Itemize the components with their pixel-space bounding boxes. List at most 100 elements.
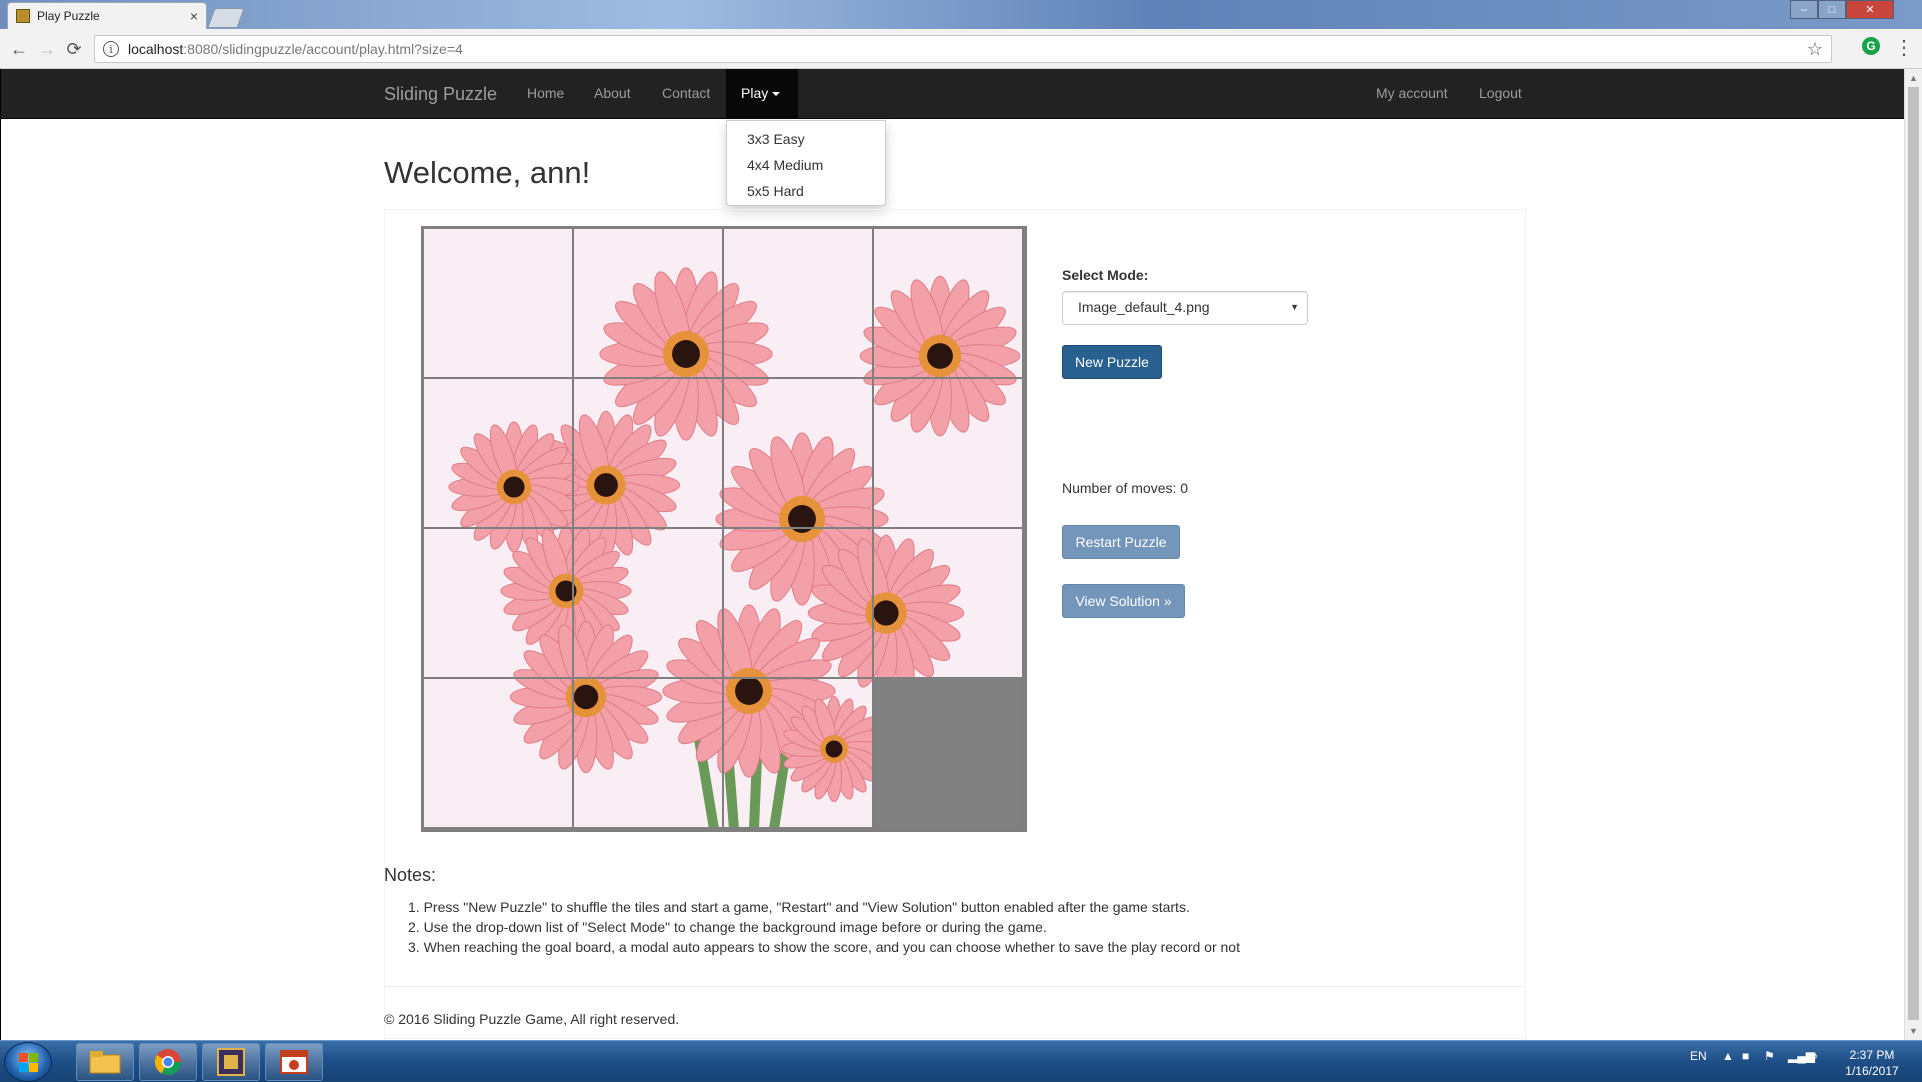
- select-mode-dropdown[interactable]: Image_default_4.png ▼: [1062, 291, 1308, 325]
- window-close-button[interactable]: ✕: [1846, 0, 1894, 19]
- footer-divider: [384, 986, 1526, 987]
- ide-icon[interactable]: [202, 1043, 260, 1081]
- select-mode-label: Select Mode:: [1062, 267, 1149, 283]
- extension-icon[interactable]: G: [1862, 37, 1880, 55]
- play-dropdown-menu: 3x3 Easy 4x4 Medium 5x5 Hard: [726, 120, 886, 206]
- clock-date: 1/16/2017: [1845, 1064, 1899, 1078]
- note-item: 1. Press "New Puzzle" to shuffle the til…: [408, 899, 1190, 915]
- moves-counter: Number of moves: 0: [1062, 480, 1189, 496]
- file-explorer-icon[interactable]: [76, 1043, 134, 1081]
- tile-image: [724, 229, 872, 377]
- nav-link-home[interactable]: Home: [527, 85, 564, 101]
- scroll-down-icon[interactable]: ▼: [1909, 1026, 1918, 1036]
- address-bar[interactable]: i localhost:8080/slidingpuzzle/account/p…: [94, 35, 1832, 63]
- puzzle-tile[interactable]: [424, 679, 574, 829]
- nav-link-my-account[interactable]: My account: [1376, 85, 1448, 101]
- tile-image: [424, 229, 572, 377]
- navbar-brand[interactable]: Sliding Puzzle: [384, 84, 497, 105]
- tile-image: [574, 379, 722, 527]
- footer-copyright: © 2016 Sliding Puzzle Game, All right re…: [384, 1011, 680, 1027]
- chrome-icon[interactable]: [139, 1043, 197, 1081]
- clock-time: 2:37 PM: [1849, 1048, 1895, 1062]
- tile-image: [724, 379, 872, 527]
- tile-image: [724, 529, 872, 677]
- favicon-icon: [16, 9, 30, 23]
- tray-app-icon[interactable]: ■: [1742, 1049, 1749, 1063]
- window-minimize-button[interactable]: –: [1790, 0, 1818, 19]
- nav-link-about[interactable]: About: [594, 85, 631, 101]
- puzzle-tile[interactable]: [724, 529, 874, 679]
- select-mode-value: Image_default_4.png: [1078, 299, 1210, 315]
- caret-down-icon: [772, 92, 781, 97]
- browser-menu-icon[interactable]: ⋮: [1894, 35, 1914, 60]
- page-viewport: Sliding Puzzle Home About Contact Play M…: [0, 69, 1904, 1040]
- notes-title: Notes:: [384, 865, 437, 885]
- dropdown-item-5x5[interactable]: 5x5 Hard: [727, 178, 885, 204]
- puzzle-tile[interactable]: [424, 379, 574, 529]
- tile-image: [424, 529, 572, 677]
- network-signal-icon[interactable]: ▂▄▆: [1788, 1049, 1815, 1063]
- new-tab-button[interactable]: [207, 8, 245, 28]
- page-scrollbar[interactable]: ▲ ▼: [1904, 69, 1922, 1040]
- note-item: 2. Use the drop-down list of "Select Mod…: [408, 919, 1047, 935]
- tile-image: [424, 379, 572, 527]
- tile-image: [574, 229, 722, 377]
- nav-play-label: Play: [741, 85, 769, 101]
- info-icon[interactable]: i: [103, 41, 119, 57]
- presentation-icon[interactable]: [265, 1043, 323, 1081]
- back-icon[interactable]: ←: [8, 38, 30, 60]
- tile-image: [574, 679, 722, 827]
- puzzle-tile[interactable]: [424, 529, 574, 679]
- action-center-flag-icon[interactable]: ⚑: [1764, 1049, 1775, 1063]
- puzzle-tile[interactable]: [574, 679, 724, 829]
- puzzle-tile[interactable]: [574, 529, 724, 679]
- note-item: 3. When reaching the goal board, a modal…: [408, 939, 1240, 955]
- nav-play-dropdown-toggle[interactable]: Play: [726, 69, 798, 119]
- puzzle-grid: [424, 229, 1024, 829]
- dropdown-item-4x4[interactable]: 4x4 Medium: [727, 152, 885, 178]
- dropdown-item-3x3[interactable]: 3x3 Easy: [727, 126, 885, 152]
- puzzle-tile[interactable]: [574, 229, 724, 379]
- puzzle-board: [421, 226, 1027, 832]
- volume-icon[interactable]: ♪: [1812, 1049, 1818, 1063]
- puzzle-tile[interactable]: [874, 229, 1024, 379]
- tile-image: [724, 679, 872, 827]
- url-path: :8080/slidingpuzzle/account/play.html?si…: [183, 41, 463, 57]
- tile-image: [874, 379, 1022, 527]
- system-clock[interactable]: 2:37 PM 1/16/2017: [1832, 1047, 1912, 1079]
- nav-link-logout[interactable]: Logout: [1479, 85, 1522, 101]
- bookmark-star-icon[interactable]: ☆: [1807, 39, 1823, 60]
- puzzle-tile[interactable]: [574, 379, 724, 529]
- puzzle-tile[interactable]: [724, 679, 874, 829]
- tab-close-icon[interactable]: ×: [186, 8, 202, 24]
- nav-link-contact[interactable]: Contact: [662, 85, 710, 101]
- browser-tab[interactable]: Play Puzzle ×: [7, 2, 207, 29]
- window-controls: – □ ✕: [1790, 0, 1894, 19]
- os-taskbar: EN ▲ ■ ⚑ ▂▄▆ ♪ 2:37 PM 1/16/2017: [0, 1040, 1922, 1082]
- tile-image: [424, 679, 572, 827]
- view-solution-button[interactable]: View Solution »: [1062, 584, 1185, 618]
- puzzle-tile[interactable]: [724, 229, 874, 379]
- tile-image: [574, 529, 722, 677]
- new-puzzle-button[interactable]: New Puzzle: [1062, 345, 1162, 379]
- reload-icon[interactable]: ⟳: [63, 38, 85, 60]
- puzzle-tile[interactable]: [874, 379, 1024, 529]
- restart-puzzle-button[interactable]: Restart Puzzle: [1062, 525, 1180, 559]
- scroll-up-icon[interactable]: ▲: [1909, 73, 1918, 83]
- scrollbar-thumb[interactable]: [1908, 87, 1919, 1020]
- language-indicator[interactable]: EN: [1690, 1049, 1707, 1063]
- tray-expand-icon[interactable]: ▲: [1722, 1049, 1734, 1063]
- notes-list: 1. Press "New Puzzle" to shuffle the til…: [408, 897, 1240, 957]
- puzzle-empty-tile[interactable]: [874, 679, 1024, 829]
- window-maximize-button[interactable]: □: [1818, 0, 1846, 19]
- welcome-heading: Welcome, ann!: [384, 155, 591, 190]
- puzzle-tile[interactable]: [424, 229, 574, 379]
- tile-image: [874, 529, 1022, 677]
- puzzle-tile[interactable]: [874, 529, 1024, 679]
- select-arrow-icon: ▼: [1290, 302, 1299, 312]
- tab-title: Play Puzzle: [37, 9, 100, 23]
- windows-start-icon[interactable]: [4, 1042, 52, 1082]
- puzzle-tile[interactable]: [724, 379, 874, 529]
- forward-icon[interactable]: →: [36, 38, 58, 60]
- tile-image: [874, 229, 1022, 377]
